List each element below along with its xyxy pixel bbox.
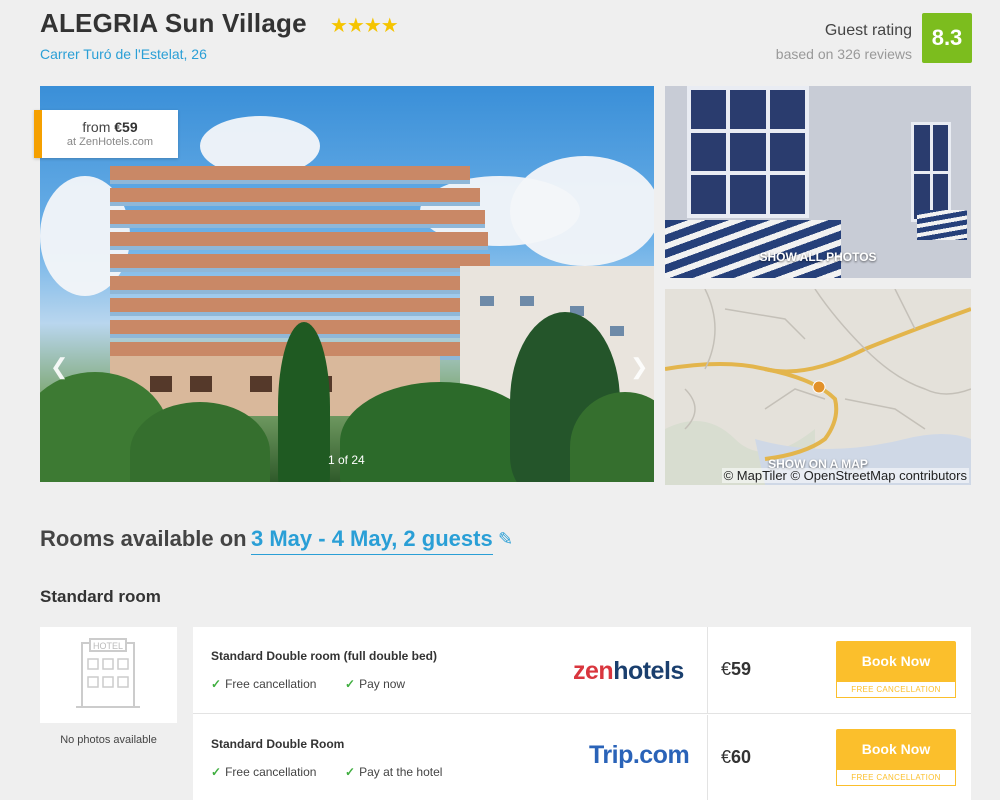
perk-payment: ✓ Pay at the hotel xyxy=(345,765,443,779)
mirror-window xyxy=(911,122,951,222)
hotel-address-link[interactable]: Carrer Turó de l'Estelat, 26 xyxy=(40,46,207,62)
bed-reflection xyxy=(917,210,967,240)
no-photos-label: No photos available xyxy=(60,734,157,746)
pencil-icon[interactable]: ✎ xyxy=(498,529,513,550)
star-rating: ★★★★ xyxy=(330,15,399,37)
window xyxy=(687,86,809,218)
trip-com-logo: Trip.com xyxy=(589,741,690,769)
photo-counter: 1 of 24 xyxy=(328,453,365,467)
book-now-button[interactable]: Book Now FREE CANCELLATION xyxy=(836,641,956,699)
offer-row: Standard Double room (full double bed) ✓… xyxy=(193,627,971,714)
chevron-right-icon[interactable]: ❯ xyxy=(630,354,648,380)
room-type-heading: Standard room xyxy=(40,587,161,606)
location-map[interactable]: SHOW ON A MAP © MapTiler © OpenStreetMap… xyxy=(665,289,971,485)
map-graphic xyxy=(665,289,971,485)
perk-free-cancellation: ✓ Free cancellation xyxy=(211,677,317,691)
hotel-name: ALEGRIA Sun Village xyxy=(40,8,307,38)
checkmark-icon: ✓ xyxy=(211,765,222,779)
offer-price: €60 xyxy=(721,747,752,767)
show-all-photos-button[interactable]: SHOW ALL PHOTOS xyxy=(665,250,971,264)
review-count: based on 326 reviews xyxy=(775,46,912,62)
from-source: at ZenHotels.com xyxy=(66,136,154,148)
checkmark-icon: ✓ xyxy=(345,677,356,691)
room-photo-thumbnail[interactable]: SHOW ALL PHOTOS xyxy=(665,86,971,278)
checkmark-icon: ✓ xyxy=(211,677,222,691)
offer-room-name: Standard Double Room xyxy=(211,737,345,751)
hotel-sign-text: HOTEL xyxy=(93,641,123,651)
map-attribution: © MapTiler © OpenStreetMap contributors xyxy=(721,468,969,483)
free-cancellation-tag: FREE CANCELLATION xyxy=(836,769,956,786)
free-cancellation-tag: FREE CANCELLATION xyxy=(836,681,956,698)
cloud xyxy=(510,156,654,266)
chevron-left-icon[interactable]: ❮ xyxy=(50,354,68,380)
book-now-label[interactable]: Book Now xyxy=(836,641,956,681)
book-now-button[interactable]: Book Now FREE CANCELLATION xyxy=(836,729,956,787)
rooms-heading: Rooms available on xyxy=(40,526,247,551)
price-from-badge: from €59 at ZenHotels.com xyxy=(34,110,178,158)
rating-score-badge: 8.3 xyxy=(922,13,972,63)
from-price-line: from €59 xyxy=(82,119,138,135)
perk-free-cancellation: ✓ Free cancellation xyxy=(211,765,317,779)
checkmark-icon: ✓ xyxy=(345,765,356,779)
guest-rating-label: Guest rating xyxy=(824,22,912,39)
no-photo-placeholder: HOTEL xyxy=(40,627,177,723)
book-now-label[interactable]: Book Now xyxy=(836,729,956,769)
hotel-building-icon: HOTEL xyxy=(76,638,140,708)
perk-payment: ✓ Pay now xyxy=(345,677,406,691)
dates-guests-link[interactable]: 3 May - 4 May, 2 guests xyxy=(251,526,493,555)
bed xyxy=(665,220,841,278)
zenhotels-logo: zenhotels xyxy=(573,657,684,685)
offer-row: Standard Double Room ✓ Free cancellation … xyxy=(193,715,971,800)
offer-price: €59 xyxy=(721,659,752,679)
offers-table: Standard Double room (full double bed) ✓… xyxy=(193,627,971,800)
offer-room-name: Standard Double room (full double bed) xyxy=(211,649,437,663)
